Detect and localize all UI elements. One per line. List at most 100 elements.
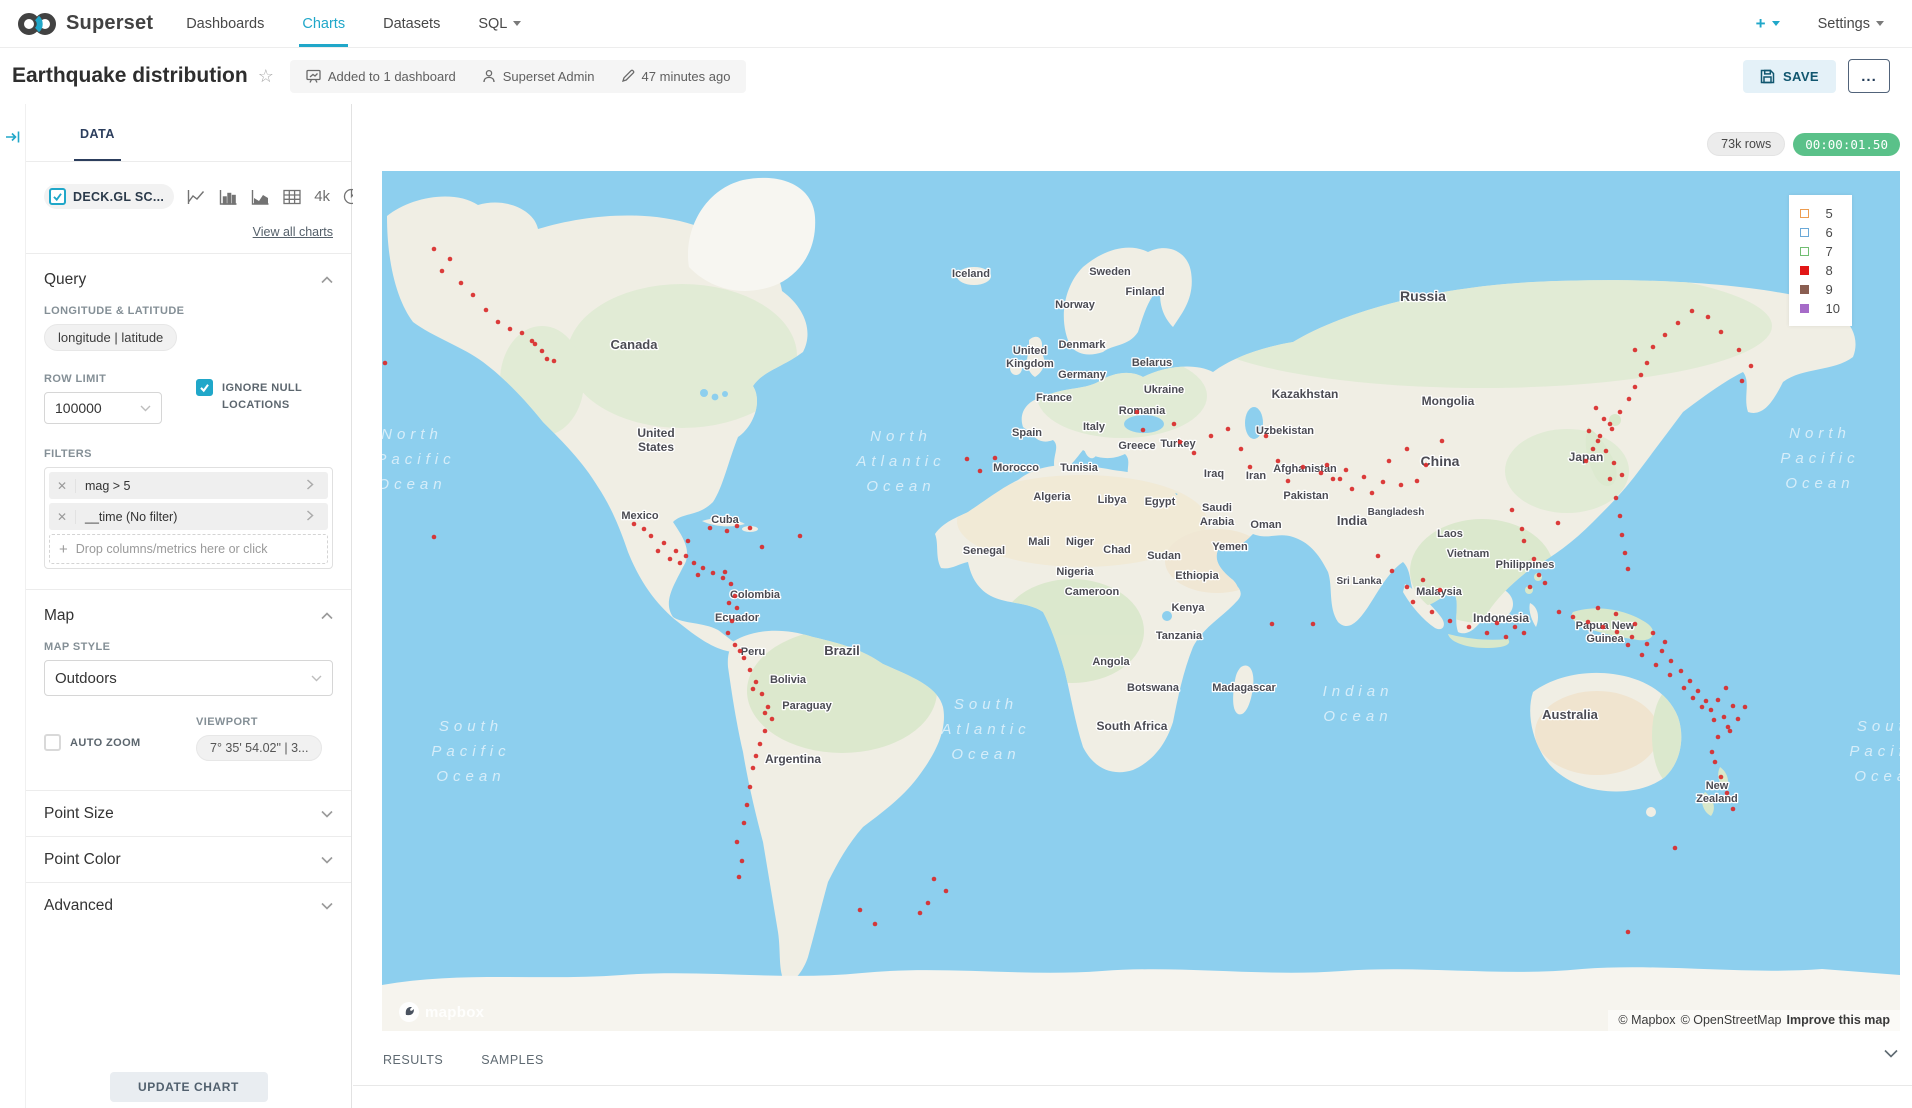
query-section-header[interactable]: Query <box>44 254 333 289</box>
nav-dashboards[interactable]: Dashboards <box>167 0 283 47</box>
mapbox-attribution-link[interactable]: © Mapbox <box>1618 1013 1675 1027</box>
svg-text:Laos: Laos <box>1437 528 1463 540</box>
new-item-button[interactable]: + <box>1756 14 1780 34</box>
svg-text:Mexico: Mexico <box>621 510 659 522</box>
svg-text:Sri Lanka: Sri Lanka <box>1336 576 1381 587</box>
chevron-down-icon <box>321 856 333 864</box>
svg-text:Atlantic: Atlantic <box>855 453 945 470</box>
dashboard-icon <box>306 69 321 83</box>
map-section-header[interactable]: Map <box>44 590 333 625</box>
tab-results[interactable]: RESULTS <box>383 1053 443 1067</box>
legend-entry[interactable]: 6 <box>1800 223 1840 242</box>
ignore-null-control[interactable]: IGNORE NULL LOCATIONS <box>196 379 332 413</box>
svg-text:Argentina: Argentina <box>765 752 821 766</box>
ignore-null-label: IGNORE NULL LOCATIONS <box>222 379 332 413</box>
svg-text:Sweden: Sweden <box>1089 266 1131 278</box>
bar-chart-icon[interactable] <box>219 189 238 205</box>
svg-text:United: United <box>637 426 674 440</box>
svg-text:South: South <box>1857 718 1900 735</box>
svg-text:Saudi: Saudi <box>1202 502 1232 514</box>
mapbox-logo[interactable]: mapbox <box>398 1001 484 1023</box>
legend-entry[interactable]: 10 <box>1800 299 1840 318</box>
chart-meta-bar: Added to 1 dashboard Superset Admin 47 m… <box>290 60 747 93</box>
row-count-badge: 73k rows <box>1707 132 1785 156</box>
legend-entry[interactable]: 7 <box>1800 242 1840 261</box>
remove-filter-icon[interactable]: ✕ <box>49 510 76 524</box>
magnitude-legend: 5678910 <box>1789 195 1852 326</box>
nav-datasets[interactable]: Datasets <box>364 0 459 47</box>
svg-text:Pacific: Pacific <box>1780 450 1859 467</box>
superset-logo[interactable]: Superset <box>0 11 167 37</box>
svg-text:Mali: Mali <box>1028 536 1049 548</box>
query-section: Query LONGITUDE & LATITUDE longitude | l… <box>26 254 351 569</box>
svg-text:Egypt: Egypt <box>1145 496 1176 508</box>
collapse-panel-icon[interactable] <box>5 130 21 144</box>
viewport-value[interactable]: 7° 35' 54.02" | 3... <box>196 735 322 761</box>
table-icon[interactable] <box>283 189 301 205</box>
nav-charts[interactable]: Charts <box>283 0 364 47</box>
save-button[interactable]: SAVE <box>1743 60 1836 93</box>
world-map: NorthPacificOceanNorthAtlanticOceanSouth… <box>382 171 1900 1031</box>
svg-text:United: United <box>1013 345 1047 357</box>
section-point-size[interactable]: Point Size <box>26 791 351 837</box>
big-number-icon[interactable]: 4k <box>314 188 330 205</box>
svg-text:North: North <box>870 428 932 445</box>
favorite-star-icon[interactable]: ☆ <box>258 66 274 87</box>
svg-text:Atlantic: Atlantic <box>940 721 1030 738</box>
more-options-button[interactable]: ... <box>1848 59 1890 93</box>
svg-text:South: South <box>954 696 1018 713</box>
dashboard-count[interactable]: Added to 1 dashboard <box>306 69 456 84</box>
legend-entry[interactable]: 8 <box>1800 261 1840 280</box>
svg-text:Colombia: Colombia <box>730 589 781 601</box>
svg-text:Arabia: Arabia <box>1200 516 1235 528</box>
viz-type-selected[interactable]: DECK.GL SC... <box>44 184 174 209</box>
filter-chip-time[interactable]: ✕ __time (No filter) <box>49 503 328 530</box>
legend-entry[interactable]: 9 <box>1800 280 1840 299</box>
last-modified[interactable]: 47 minutes ago <box>621 69 731 84</box>
line-chart-icon[interactable] <box>187 189 206 205</box>
svg-text:Guinea: Guinea <box>1586 633 1624 645</box>
section-advanced[interactable]: Advanced <box>26 883 351 929</box>
viz-checkbox[interactable] <box>49 188 66 205</box>
svg-text:Angola: Angola <box>1092 656 1130 668</box>
svg-text:Pacific: Pacific <box>382 451 456 468</box>
left-rail <box>0 104 26 1108</box>
tab-data[interactable]: DATA <box>74 127 121 161</box>
view-all-charts-link[interactable]: View all charts <box>253 225 333 239</box>
svg-text:Chad: Chad <box>1103 544 1131 556</box>
map-attribution: © Mapbox © OpenStreetMap Improve this ma… <box>1608 1010 1900 1031</box>
area-chart-icon[interactable] <box>251 189 270 205</box>
section-point-color[interactable]: Point Color <box>26 837 351 883</box>
svg-text:Kingdom: Kingdom <box>1006 358 1054 370</box>
ignore-null-checkbox[interactable] <box>196 379 213 396</box>
svg-text:India: India <box>1337 513 1368 528</box>
mapbox-icon <box>398 1001 420 1023</box>
legend-swatch <box>1800 266 1809 275</box>
osm-attribution-link[interactable]: © OpenStreetMap <box>1681 1013 1782 1027</box>
improve-map-link[interactable]: Improve this map <box>1787 1013 1891 1027</box>
legend-entry[interactable]: 5 <box>1800 204 1840 223</box>
svg-text:Morocco: Morocco <box>993 462 1039 474</box>
svg-text:Pacific: Pacific <box>431 743 510 760</box>
update-chart-button[interactable]: UPDATE CHART <box>110 1072 268 1102</box>
svg-text:Yemen: Yemen <box>1212 541 1248 553</box>
svg-text:Zealand: Zealand <box>1696 793 1738 805</box>
settings-menu[interactable]: Settings <box>1818 16 1884 32</box>
lon-lat-value[interactable]: longitude | latitude <box>44 324 177 351</box>
map-style-select[interactable]: Outdoors <box>44 660 333 696</box>
plus-icon: + <box>59 541 68 558</box>
deckgl-map[interactable]: NorthPacificOceanNorthAtlanticOceanSouth… <box>382 171 1900 1031</box>
svg-text:Papua New: Papua New <box>1576 620 1635 632</box>
svg-text:North: North <box>1789 425 1851 442</box>
auto-zoom-control[interactable]: AUTO ZOOM <box>44 734 196 752</box>
remove-filter-icon[interactable]: ✕ <box>49 479 76 493</box>
collapse-results-icon[interactable] <box>1884 1049 1898 1058</box>
filter-dropzone[interactable]: + Drop columns/metrics here or click <box>49 534 328 564</box>
chart-owner[interactable]: Superset Admin <box>482 69 595 84</box>
nav-sql[interactable]: SQL <box>459 0 540 47</box>
filter-chip-mag[interactable]: ✕ mag > 5 <box>49 472 328 499</box>
tab-samples[interactable]: SAMPLES <box>481 1053 544 1067</box>
superset-app: Superset Dashboards Charts Datasets SQL … <box>0 0 1912 1108</box>
auto-zoom-checkbox[interactable] <box>44 734 61 751</box>
row-limit-select[interactable]: 100000 <box>44 392 162 424</box>
